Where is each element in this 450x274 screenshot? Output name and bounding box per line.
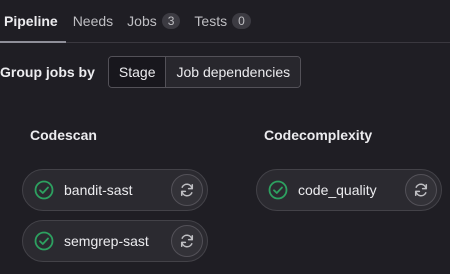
tab-tests[interactable]: Tests 0 [187, 0, 257, 42]
pipeline-page: Pipeline Needs Jobs 3 Tests 0 Group jobs… [0, 0, 450, 274]
tab-tests-label: Tests [194, 13, 228, 29]
pipeline-tabs: Pipeline Needs Jobs 3 Tests 0 [0, 0, 450, 43]
tab-jobs-label: Jobs [127, 13, 157, 29]
retry-icon [180, 183, 194, 197]
stage-title-codescan: Codescan [30, 127, 97, 143]
tab-needs-label: Needs [72, 13, 114, 29]
tab-needs[interactable]: Needs [66, 0, 120, 42]
retry-icon [180, 234, 194, 248]
check-circle-icon [34, 180, 54, 200]
tab-pipeline[interactable]: Pipeline [0, 0, 66, 43]
retry-button[interactable] [171, 225, 203, 257]
group-jobs-by-label: Group jobs by [0, 64, 95, 80]
group-by-toggle: Stage Job dependencies [107, 56, 302, 88]
tab-pipeline-label: Pipeline [4, 13, 58, 29]
job-semgrep-sast[interactable]: semgrep-sast [22, 220, 208, 262]
stage-title-codecomplexity: Codecomplexity [264, 127, 373, 143]
job-name: semgrep-sast [64, 233, 149, 249]
check-circle-icon [268, 180, 288, 200]
jobs-count-badge: 3 [161, 13, 181, 29]
job-name: bandit-sast [64, 182, 133, 198]
job-name: code_quality [298, 182, 377, 198]
job-bandit-sast[interactable]: bandit-sast [22, 169, 208, 211]
retry-button[interactable] [405, 174, 437, 206]
retry-icon [414, 183, 428, 197]
check-circle-icon [34, 231, 54, 251]
tests-count-badge: 0 [232, 13, 251, 29]
job-code-quality[interactable]: code_quality [256, 169, 442, 211]
group-by-stage-button[interactable]: Stage [108, 57, 166, 87]
retry-button[interactable] [171, 174, 203, 206]
group-jobs-by: Group jobs by Stage Job dependencies [0, 56, 302, 88]
group-by-dependencies-button[interactable]: Job dependencies [165, 57, 301, 87]
tab-jobs[interactable]: Jobs 3 [120, 0, 187, 42]
